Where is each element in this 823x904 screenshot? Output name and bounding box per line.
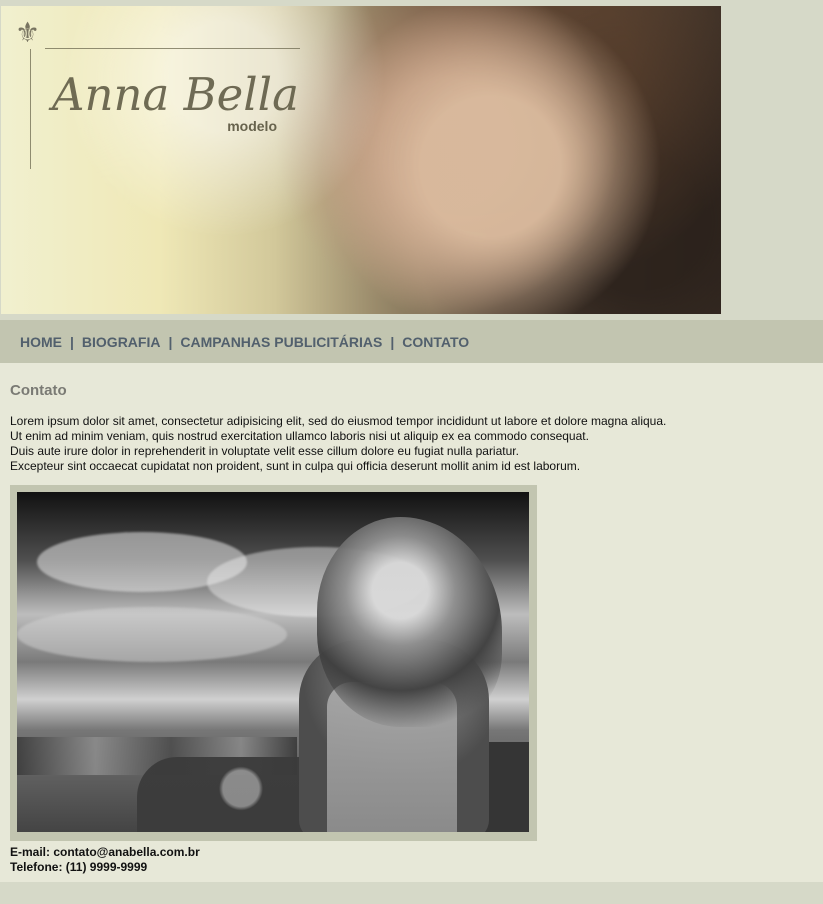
contact-email: E-mail: contato@anabella.com.br xyxy=(10,845,200,859)
paragraph-line: Duis aute irure dolor in reprehenderit i… xyxy=(10,444,519,458)
paragraph-line: Ut enim ad minim veniam, quis nostrud ex… xyxy=(10,429,589,443)
paragraph-line: Excepteur sint occaecat cupidatat non pr… xyxy=(10,459,581,473)
fleur-de-lis-icon: ⚜ xyxy=(15,16,41,49)
header-banner: ⚜ Anna Bella modelo xyxy=(1,6,721,314)
nav-links: HOME | BIOGRAFIA | CAMPANHAS PUBLICITÁRI… xyxy=(0,334,469,350)
brand-subtitle: modelo xyxy=(227,118,277,134)
nav-home-link[interactable]: HOME xyxy=(20,334,62,350)
lorem-paragraph: Lorem ipsum dolor sit amet, consectetur … xyxy=(10,414,770,474)
brand-name: Anna Bella xyxy=(52,68,299,121)
figure-hair-shape xyxy=(317,517,502,727)
footer-bar xyxy=(0,882,823,904)
brand-logo: ⚜ Anna Bella modelo xyxy=(15,16,300,179)
logo-horizontal-rule xyxy=(45,48,300,49)
nav-separator: | xyxy=(168,333,173,350)
nav-separator: | xyxy=(390,333,395,350)
nav-campanhas-link[interactable]: CAMPANHAS PUBLICITÁRIAS xyxy=(180,334,382,350)
page-title: Contato xyxy=(10,382,67,399)
cloud-shape xyxy=(17,607,287,662)
logo-vertical-rule xyxy=(30,49,31,169)
contact-info: E-mail: contato@anabella.com.br Telefone… xyxy=(10,845,200,875)
content-area: Contato Lorem ipsum dolor sit amet, cons… xyxy=(0,363,823,882)
contact-phone: Telefone: (11) 9999-9999 xyxy=(10,860,148,874)
paragraph-line: Lorem ipsum dolor sit amet, consectetur … xyxy=(10,414,667,428)
nav-contato-link[interactable]: CONTATO xyxy=(402,334,469,350)
photo-frame xyxy=(10,485,537,841)
nav-biografia-link[interactable]: BIOGRAFIA xyxy=(82,334,161,350)
nav-separator: | xyxy=(70,333,74,350)
main-navigation: HOME | BIOGRAFIA | CAMPANHAS PUBLICITÁRI… xyxy=(0,320,823,363)
contact-photo xyxy=(17,492,529,832)
